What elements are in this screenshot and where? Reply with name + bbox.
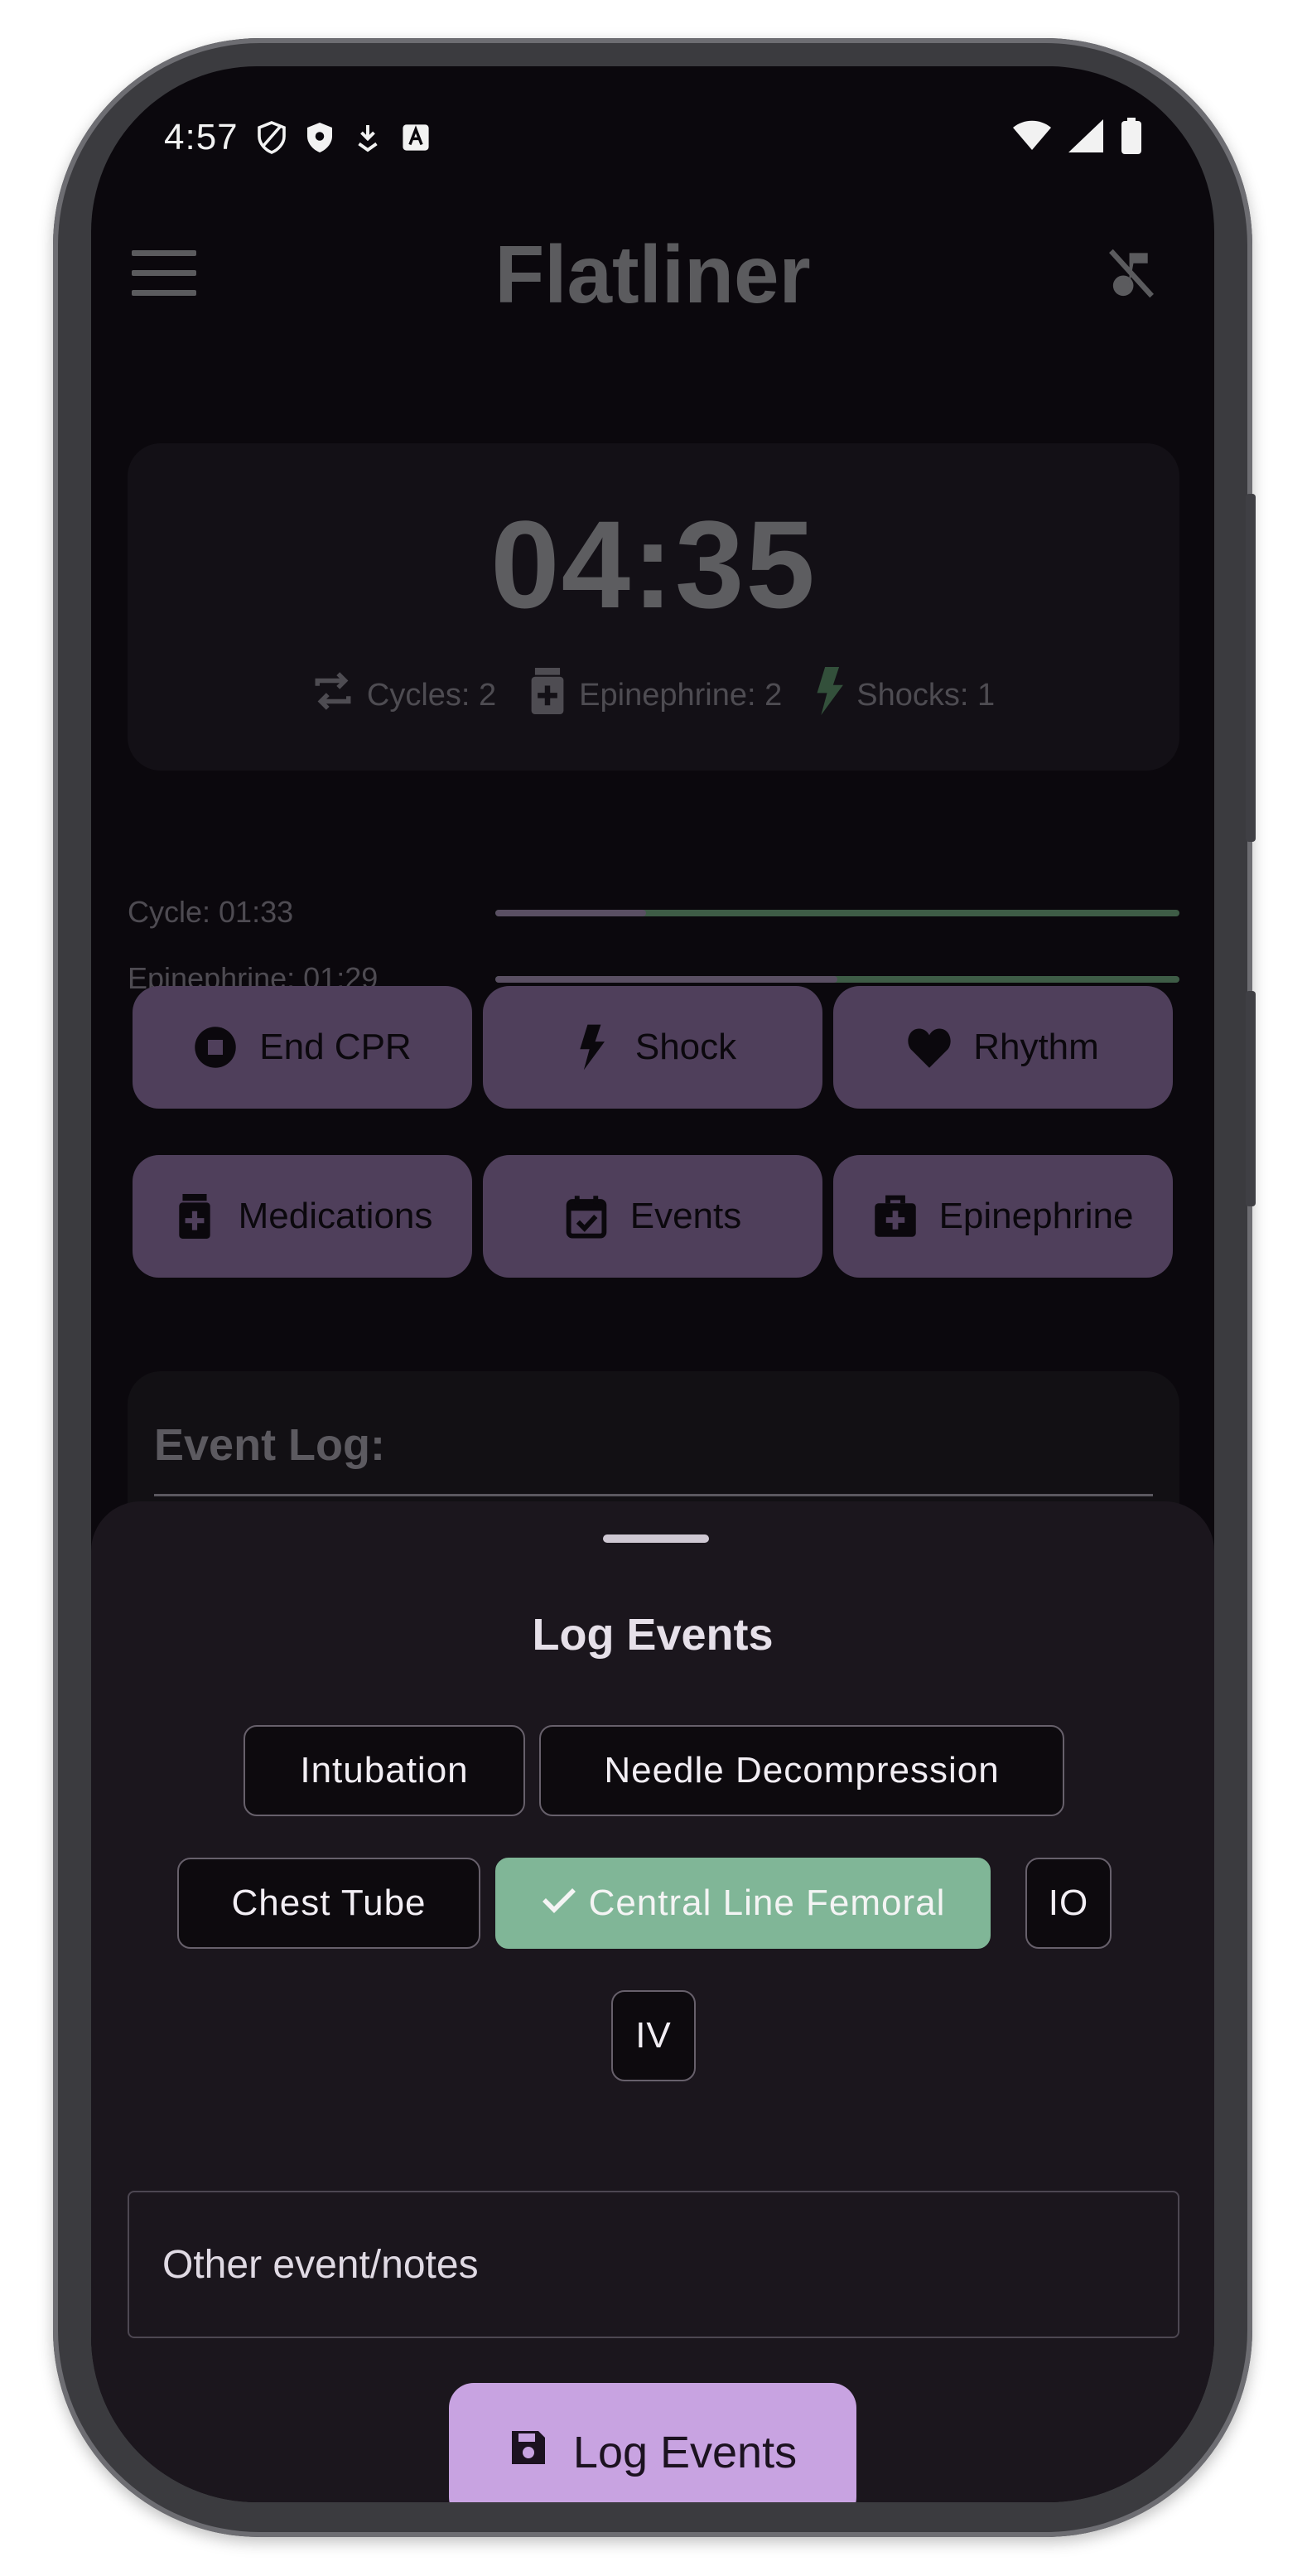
stats-row: Cycles: 2 Epinephrine: 2 Shocks: 1 [128, 667, 1179, 723]
drag-handle[interactable] [603, 1534, 709, 1543]
save-icon [509, 2427, 548, 2478]
shock-label: Shock [634, 1027, 737, 1067]
medication-icon [172, 1194, 217, 1239]
stat-epinephrine: Epinephrine: 2 [529, 667, 782, 723]
chip-label: IO [1048, 1882, 1089, 1923]
cycle-progress-track [495, 910, 1179, 916]
medications-button[interactable]: Medications [133, 1155, 472, 1278]
end-cpr-button[interactable]: End CPR [133, 986, 472, 1109]
app-title: Flatliner [494, 229, 811, 320]
chip-chest-tube[interactable]: Chest Tube [177, 1858, 480, 1949]
rhythm-label: Rhythm [973, 1027, 1099, 1067]
chip-label: IV [635, 2015, 672, 2056]
font-icon [401, 123, 431, 152]
chip-label: Chest Tube [231, 1882, 427, 1923]
stat-cycles: Cycles: 2 [312, 667, 496, 723]
notes-input[interactable] [161, 2240, 1178, 2288]
status-time: 4:57 [164, 117, 239, 157]
chip-label: Intubation [300, 1750, 469, 1791]
wifi-icon [1012, 120, 1052, 156]
app-screen: 4:57 Flatliner 04:35 Cycles: 2 Epinephri… [91, 66, 1214, 2502]
log-events-label: Log Events [572, 2428, 798, 2477]
medication-icon [529, 668, 566, 723]
battery-icon [1121, 117, 1143, 158]
stat-shocks: Shocks: 1 [815, 667, 995, 723]
end-cpr-label: End CPR [259, 1027, 412, 1067]
shield-outline-icon [257, 121, 287, 154]
stat-epinephrine-label: Epinephrine: 2 [579, 677, 783, 713]
notes-field[interactable] [128, 2191, 1179, 2338]
stat-shocks-label: Shocks: 1 [856, 677, 996, 713]
power-button [1246, 494, 1256, 842]
events-label: Events [629, 1196, 742, 1236]
download-icon [353, 123, 383, 152]
signal-icon [1068, 118, 1105, 157]
stop-circle-icon [193, 1025, 238, 1070]
epinephrine-progress-track [495, 976, 1179, 983]
stat-cycles-label: Cycles: 2 [366, 677, 497, 713]
epinephrine-button[interactable]: Epinephrine [833, 1155, 1173, 1278]
event-log-title: Event Log: [154, 1420, 385, 1470]
epinephrine-label: Epinephrine [938, 1196, 1134, 1236]
events-button[interactable]: Events [483, 1155, 822, 1278]
check-icon [541, 1882, 577, 1924]
event-log-divider [154, 1494, 1153, 1496]
shield-filled-icon [305, 123, 335, 152]
chip-label: Central Line Femoral [588, 1882, 946, 1923]
chip-label: Needle Decompression [604, 1750, 1000, 1791]
status-bar-left: 4:57 [164, 113, 431, 162]
timer-card: 04:35 Cycles: 2 Epinephrine: 2 Shocks: 1 [128, 443, 1179, 771]
bolt-icon [815, 667, 844, 723]
chip-intubation[interactable]: Intubation [244, 1725, 525, 1816]
sheet-title: Log Events [532, 1610, 774, 1660]
shock-button[interactable]: Shock [483, 986, 822, 1109]
chip-needle-decompression[interactable]: Needle Decompression [539, 1725, 1064, 1816]
chip-iv[interactable]: IV [611, 1990, 696, 2081]
rhythm-button[interactable]: Rhythm [833, 986, 1173, 1109]
epinephrine-progress-fill [495, 976, 837, 983]
chip-central-line-femoral[interactable]: Central Line Femoral [495, 1858, 991, 1949]
heart-icon [907, 1025, 952, 1070]
music-off-icon [1107, 247, 1156, 304]
chip-io[interactable]: IO [1025, 1858, 1112, 1949]
elapsed-timer: 04:35 [490, 495, 817, 634]
medical-bag-icon [873, 1194, 918, 1239]
medications-label: Medications [238, 1196, 433, 1236]
volume-button [1246, 991, 1256, 1206]
repeat-icon [312, 668, 354, 723]
status-bar-right [1012, 113, 1143, 162]
calendar-check-icon [564, 1194, 609, 1239]
cycle-progress: Cycle: 01:33 [128, 895, 1179, 931]
cycle-progress-fill [495, 910, 646, 916]
sound-toggle-button[interactable] [1098, 242, 1165, 308]
log-events-button[interactable]: Log Events [449, 2383, 856, 2502]
cycle-progress-label: Cycle: 01:33 [128, 895, 294, 929]
bolt-icon [569, 1024, 614, 1071]
